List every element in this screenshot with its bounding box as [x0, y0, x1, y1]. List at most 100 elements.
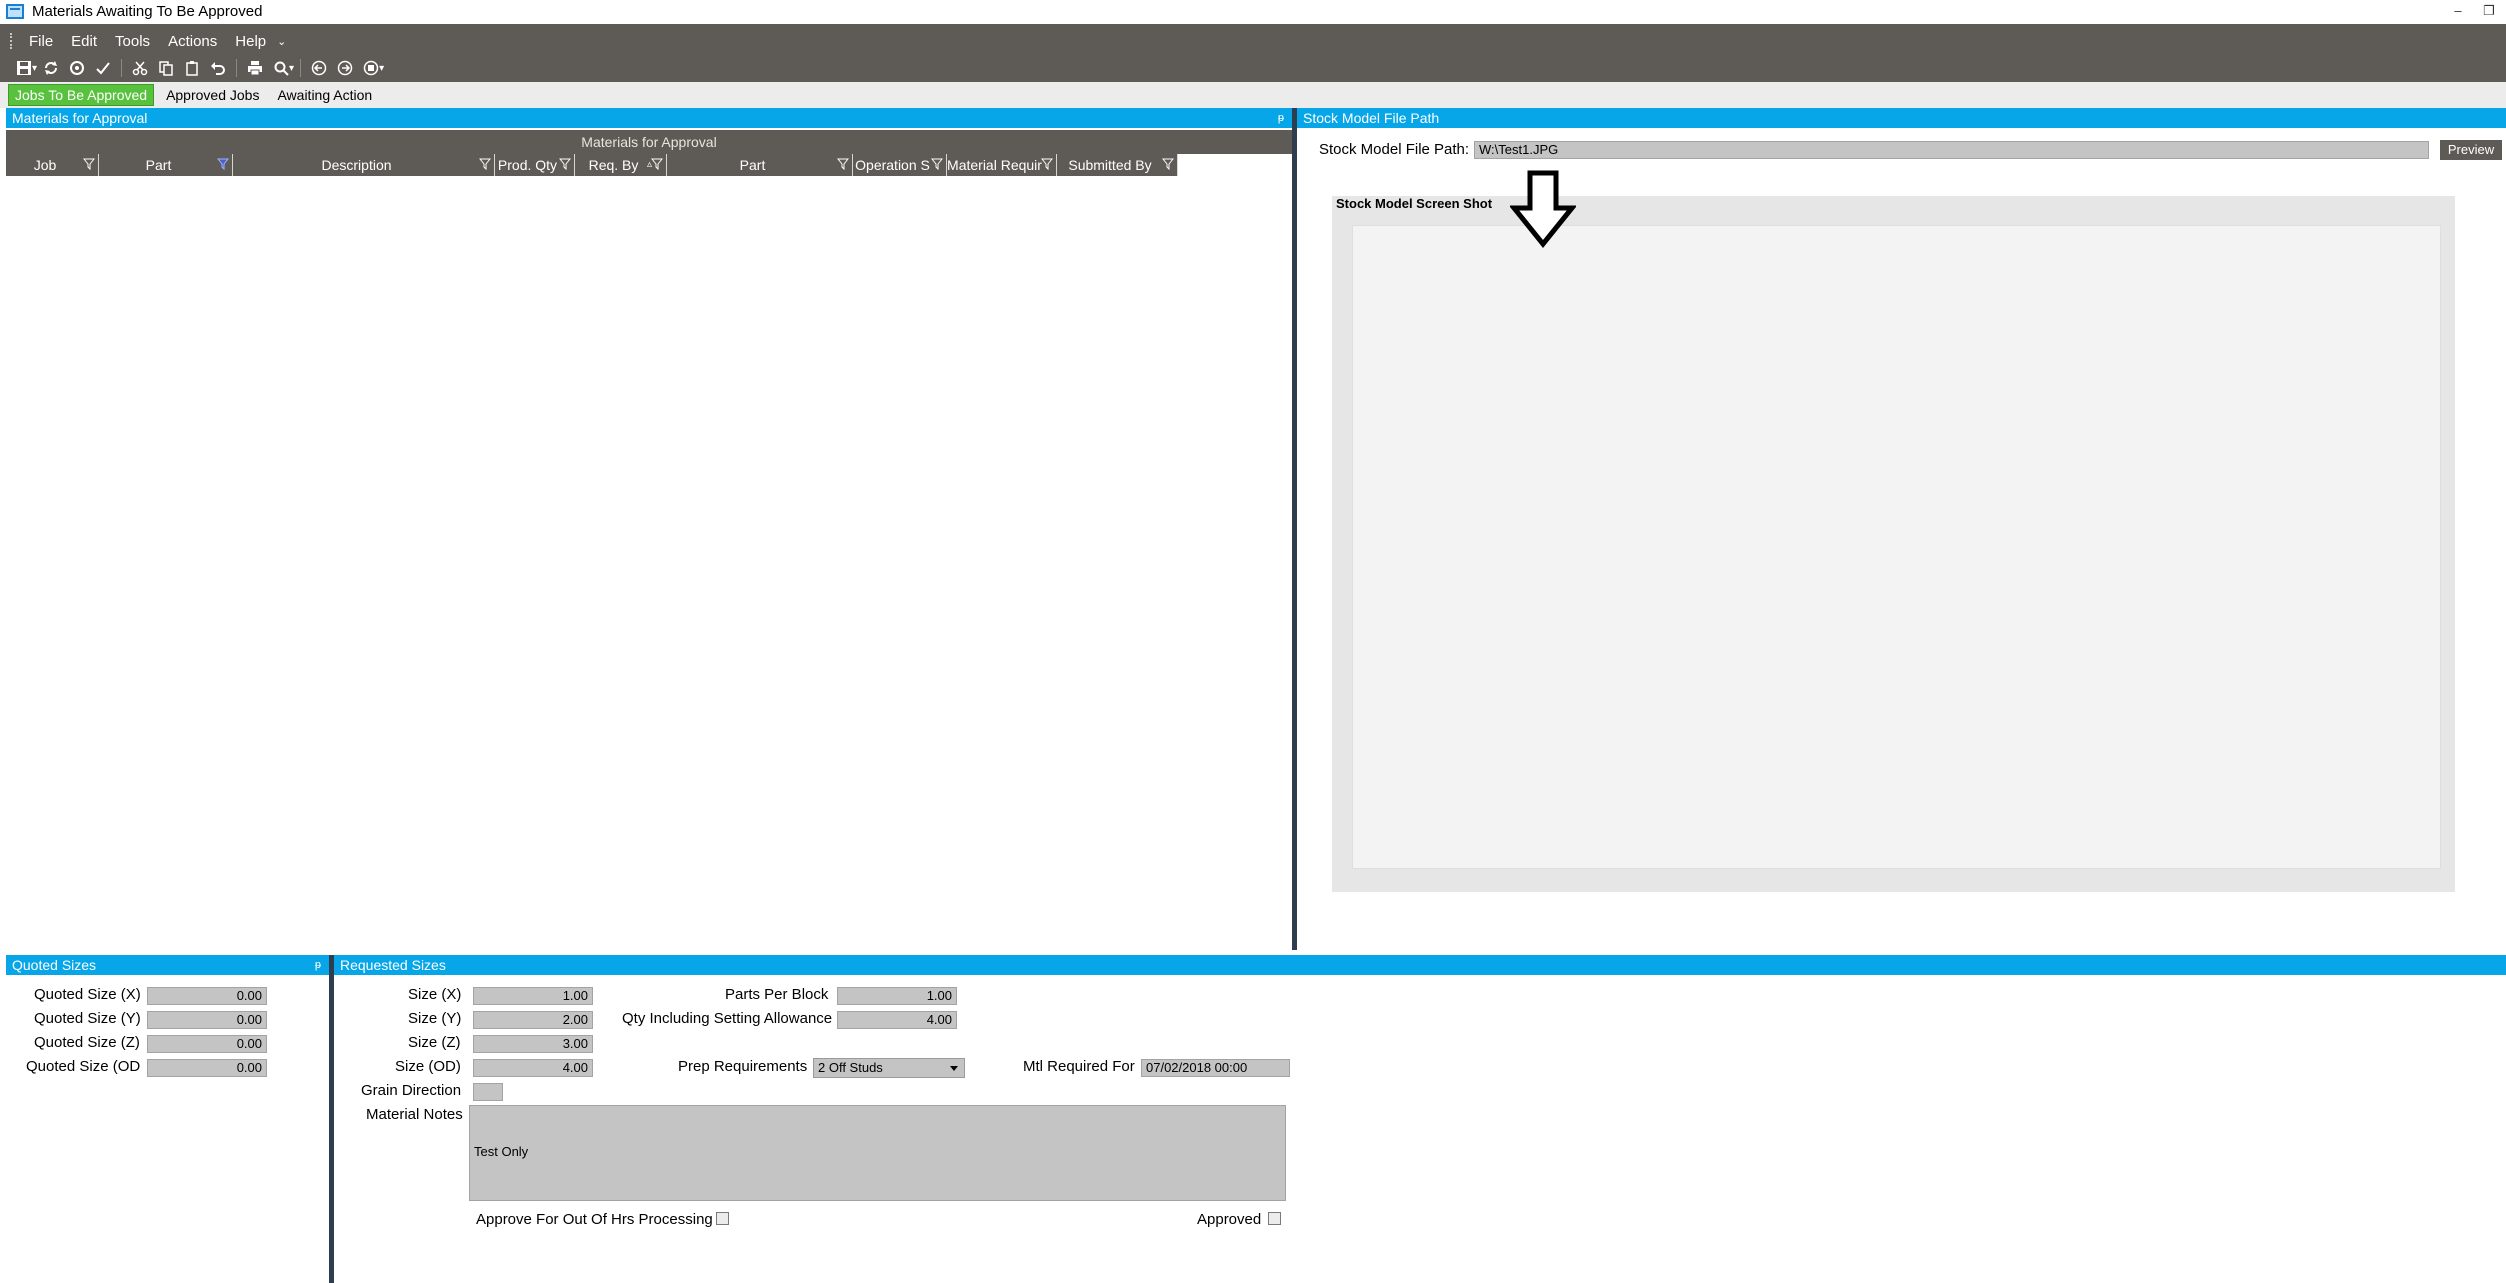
save-dropdown-icon[interactable]: ▾: [32, 63, 37, 74]
screenshot-group-title: Stock Model Screen Shot: [1336, 196, 1493, 211]
column-header-prod-qty[interactable]: Prod. Qty: [495, 154, 575, 176]
back-icon[interactable]: [307, 57, 331, 79]
column-label: Operation S: [855, 157, 930, 173]
cut-icon[interactable]: [128, 57, 152, 79]
column-label: Req. By: [588, 157, 639, 173]
material-notes-field[interactable]: Test Only: [469, 1105, 1286, 1201]
menu-overflow-icon[interactable]: ⌄: [275, 35, 288, 48]
filter-icon[interactable]: [1041, 158, 1053, 170]
size-od-label: Size (OD): [395, 1058, 461, 1075]
grain-direction-field[interactable]: [473, 1083, 503, 1101]
qty-setting-allowance-label: Qty Including Setting Allowance: [622, 1010, 833, 1027]
column-label: Part: [145, 157, 172, 173]
menu-tools[interactable]: Tools: [106, 33, 159, 50]
print-icon[interactable]: [243, 57, 267, 79]
column-header-material-requir[interactable]: Material Requir: [947, 154, 1057, 176]
approved-label: Approved: [1197, 1211, 1262, 1228]
minimize-button[interactable]: –: [2447, 2, 2469, 20]
filter-icon[interactable]: [1162, 158, 1174, 170]
column-label: Part: [739, 157, 766, 173]
column-header-operation-s[interactable]: Operation S: [853, 154, 947, 176]
chevron-down-icon: [950, 1066, 958, 1071]
vertical-splitter[interactable]: [1292, 108, 1297, 950]
column-label: Job: [33, 157, 57, 173]
tab-awaiting-action[interactable]: Awaiting Action: [271, 85, 378, 105]
quoted-size-z-label: Quoted Size (Z): [34, 1034, 140, 1051]
forward-icon[interactable]: [333, 57, 357, 79]
size-y-label: Size (Y): [408, 1010, 462, 1027]
stock-model-panel-header: Stock Model File Path: [1297, 108, 2506, 128]
qty-setting-allowance-field[interactable]: 4.00: [837, 1011, 957, 1029]
tab-approved-jobs[interactable]: Approved Jobs: [160, 85, 265, 105]
filter-icon[interactable]: [479, 158, 491, 170]
column-header-description[interactable]: Description: [233, 154, 495, 176]
pin-icon[interactable]: ᵽ: [315, 955, 321, 975]
column-header-req-by[interactable]: Req. By ▵: [575, 154, 667, 176]
column-label: Description: [321, 157, 392, 173]
menu-toolbar-band: File Edit Tools Actions Help ⌄ ▾ ▾ ▾: [0, 24, 2506, 82]
parts-per-block-field[interactable]: 1.00: [837, 987, 957, 1005]
restore-button[interactable]: ❐: [2478, 2, 2500, 20]
grid-header-row: Job Part Description Prod. Qty Req. By ▵ …: [6, 154, 1292, 176]
quoted-size-x-label: Quoted Size (X): [34, 986, 141, 1003]
preview-dropdown-icon[interactable]: ▾: [289, 63, 294, 74]
quoted-size-od-label: Quoted Size (OD: [26, 1058, 141, 1075]
column-header-submitted-by[interactable]: Submitted By: [1057, 154, 1178, 176]
menu-actions[interactable]: Actions: [159, 33, 226, 50]
toolbar: ▾ ▾ ▾: [12, 57, 384, 79]
size-y-field[interactable]: 2.00: [473, 1011, 593, 1029]
quoted-size-od-field[interactable]: 0.00: [147, 1059, 267, 1077]
out-of-hrs-checkbox[interactable]: [716, 1212, 729, 1225]
quoted-size-z-field[interactable]: 0.00: [147, 1035, 267, 1053]
menu-bar: File Edit Tools Actions Help ⌄: [0, 30, 288, 52]
screenshot-image-area: [1352, 225, 2441, 869]
column-header-part[interactable]: Part: [99, 154, 233, 176]
quoted-size-x-field[interactable]: 0.00: [147, 987, 267, 1005]
materials-grid: Materials for Approval Job Part Descript…: [6, 130, 1292, 948]
column-header-job[interactable]: Job: [6, 154, 99, 176]
stock-model-path-field[interactable]: W:\Test1.JPG: [1474, 141, 2429, 159]
mtl-required-for-field[interactable]: 07/02/2018 00:00: [1141, 1059, 1290, 1077]
copy-icon[interactable]: [154, 57, 178, 79]
toolbar-separator: [236, 59, 238, 77]
quoted-size-y-label: Quoted Size (Y): [34, 1010, 141, 1027]
filter-icon[interactable]: [83, 158, 95, 170]
prep-requirements-dropdown[interactable]: 2 Off Studs: [813, 1058, 965, 1078]
bottom-splitter[interactable]: [329, 955, 334, 1283]
size-od-field[interactable]: 4.00: [473, 1059, 593, 1077]
filter-icon[interactable]: [559, 158, 571, 170]
menu-edit[interactable]: Edit: [62, 33, 106, 50]
grid-caption: Materials for Approval: [6, 130, 1292, 154]
undo-icon[interactable]: [206, 57, 230, 79]
toolbar-separator: [300, 59, 302, 77]
column-header-part-2[interactable]: Part: [667, 154, 853, 176]
clear-icon[interactable]: [65, 57, 89, 79]
column-label: Submitted By: [1068, 157, 1152, 173]
filter-icon[interactable]: [837, 158, 849, 170]
preview-button[interactable]: Preview: [2440, 140, 2502, 160]
out-of-hrs-label: Approve For Out Of Hrs Processing: [476, 1211, 713, 1228]
paste-icon[interactable]: [180, 57, 204, 79]
menu-file[interactable]: File: [20, 33, 62, 50]
filter-icon[interactable]: [931, 158, 943, 170]
quoted-size-y-field[interactable]: 0.00: [147, 1011, 267, 1029]
filter-icon[interactable]: [651, 158, 663, 170]
mtl-required-for-label: Mtl Required For: [1023, 1058, 1135, 1075]
size-x-field[interactable]: 1.00: [473, 987, 593, 1005]
quoted-sizes-title: Quoted Sizes: [12, 957, 97, 973]
app-icon: [6, 4, 24, 19]
refresh-icon[interactable]: [39, 57, 63, 79]
more-dropdown-icon[interactable]: ▾: [379, 63, 384, 74]
material-notes-label: Material Notes: [366, 1106, 463, 1123]
approved-checkbox[interactable]: [1268, 1212, 1281, 1225]
tab-jobs-to-be-approved[interactable]: Jobs To Be Approved: [8, 84, 155, 106]
title-bar: Materials Awaiting To Be Approved – ❐: [0, 0, 2506, 24]
parts-per-block-label: Parts Per Block: [725, 986, 829, 1003]
pin-icon[interactable]: ᵽ: [1278, 108, 1284, 128]
menu-help[interactable]: Help: [226, 33, 275, 50]
size-z-field[interactable]: 3.00: [473, 1035, 593, 1053]
size-z-label: Size (Z): [408, 1034, 461, 1051]
materials-panel-header: Materials for Approval ᵽ: [6, 108, 1292, 128]
filter-icon[interactable]: [217, 158, 229, 170]
check-icon[interactable]: [91, 57, 115, 79]
